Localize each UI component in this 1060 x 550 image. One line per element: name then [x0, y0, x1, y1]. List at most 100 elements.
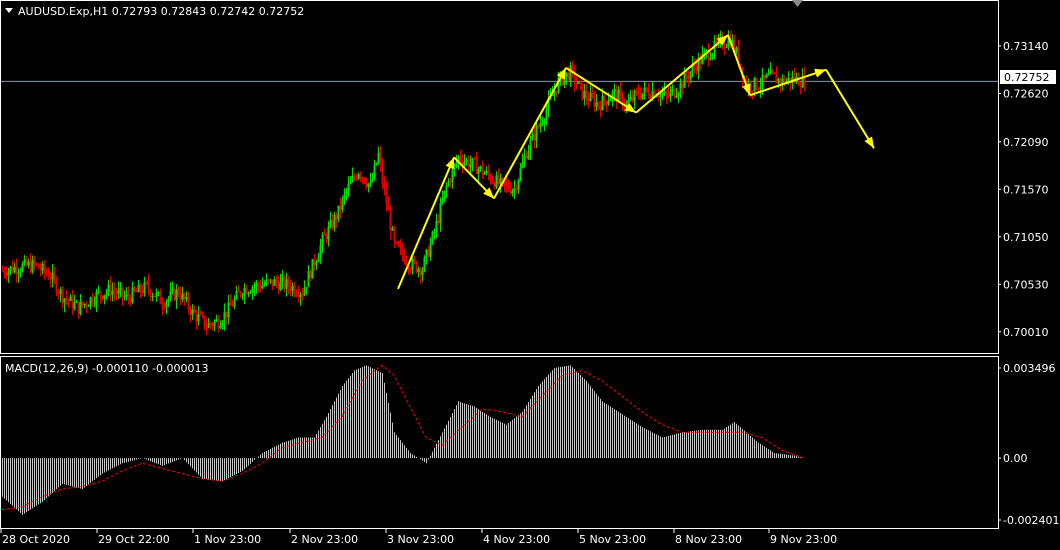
symbol-dropdown-icon[interactable]	[5, 8, 13, 13]
candle-body	[155, 292, 158, 297]
candle-body	[279, 280, 282, 291]
candle-body	[139, 284, 142, 292]
macd-axis: 0.003496 0.00 -0.002401	[998, 362, 1059, 527]
candle-body	[427, 249, 430, 257]
candle-body	[159, 292, 162, 304]
candle-body	[87, 305, 90, 307]
candle-body	[323, 234, 326, 236]
candle-body	[689, 71, 692, 79]
candle-body	[619, 90, 622, 94]
time-tick-label: 2 Nov 23:00	[291, 533, 358, 546]
wave-arrow-line[interactable]	[493, 67, 567, 199]
candle-body	[451, 168, 454, 183]
candle-body	[593, 96, 596, 107]
candle-body	[123, 296, 126, 298]
wave-arrow-line[interactable]	[397, 156, 455, 290]
candle-body	[369, 181, 372, 184]
candle-body	[303, 288, 306, 296]
candle-body	[575, 83, 578, 85]
candle-body	[153, 296, 156, 298]
mt4-chart[interactable]: 0.73140 0.72620 0.72090 0.71570 0.71050 0.705…	[0, 0, 1060, 550]
candle-body	[131, 287, 134, 303]
candle-body	[111, 290, 114, 296]
candle-body	[663, 91, 666, 94]
candle-body	[301, 294, 304, 296]
candle-body	[483, 173, 486, 175]
candle-body	[325, 235, 328, 240]
candle-body	[45, 272, 48, 275]
candle-body	[173, 288, 176, 301]
candle-body	[275, 279, 278, 283]
candle-body	[125, 294, 128, 297]
candle-body	[473, 158, 476, 160]
candle-body	[761, 74, 764, 87]
candle-body	[41, 263, 44, 271]
candle-body	[603, 95, 606, 101]
time-tick-label: 9 Nov 23:00	[770, 533, 837, 546]
candle-body	[227, 302, 230, 318]
candle-body	[55, 279, 58, 294]
candle-body	[223, 312, 226, 323]
time-tick-label: 29 Oct 22:00	[98, 533, 170, 546]
candle-body	[379, 152, 382, 165]
candle-body	[177, 289, 180, 295]
candle-body	[675, 95, 678, 98]
candle-body	[347, 183, 350, 191]
candle-body	[209, 322, 212, 325]
chart-shift-marker[interactable]	[792, 0, 803, 7]
candle-body	[595, 102, 598, 107]
candle-body	[647, 90, 650, 97]
candle-body	[409, 269, 412, 271]
candle-body	[219, 326, 222, 329]
candle-body	[589, 92, 592, 102]
candle-body	[581, 83, 584, 100]
candle-body	[499, 177, 502, 184]
candle-body	[47, 274, 50, 279]
candle-body	[229, 302, 232, 306]
candle-body	[609, 99, 612, 102]
macd-header: MACD(12,26,9) -0.000110 -0.000013	[5, 362, 208, 375]
candle-body	[755, 78, 758, 90]
candle-body	[459, 156, 462, 162]
candle-body	[65, 298, 68, 300]
time-tick-label: 5 Nov 23:00	[579, 533, 646, 546]
candle-body	[413, 259, 416, 262]
candle-body	[447, 180, 450, 186]
candle-body	[629, 96, 632, 101]
candles[interactable]	[1, 30, 806, 336]
candle-body	[443, 190, 446, 200]
candle-body	[411, 259, 414, 270]
candle-body	[189, 309, 192, 316]
candle-body	[315, 261, 318, 266]
candle-body	[291, 285, 294, 291]
candle-body	[253, 286, 256, 288]
candle-body	[245, 287, 248, 294]
candle-body	[121, 287, 124, 297]
candle-body	[637, 91, 640, 96]
candle-body	[767, 74, 770, 76]
candle-body	[265, 279, 268, 285]
price-tick-label: 0.70530	[1003, 278, 1049, 291]
wave-arrow-line[interactable]	[635, 34, 729, 114]
candle-body	[763, 74, 766, 78]
candle-body	[217, 319, 220, 329]
candle-body	[599, 106, 602, 111]
candle-body	[49, 278, 52, 280]
candle-body	[67, 299, 70, 302]
candle-body	[61, 289, 64, 304]
candle-body	[765, 74, 768, 78]
candle-body	[297, 294, 300, 298]
candle-body	[107, 284, 110, 293]
candle-body	[401, 247, 404, 256]
price-axis[interactable]: 0.73140 0.72620 0.72090 0.71570 0.71050 0.705…	[998, 40, 1049, 339]
candle-body	[389, 210, 392, 231]
candle-body	[147, 282, 150, 291]
candle-body	[465, 159, 468, 162]
candle-body	[311, 259, 314, 279]
candle-body	[695, 66, 698, 72]
candle-body	[649, 96, 652, 99]
candle-body	[197, 314, 200, 322]
candle-body	[115, 292, 118, 295]
candle-body	[185, 296, 188, 300]
candle-body	[455, 162, 458, 165]
